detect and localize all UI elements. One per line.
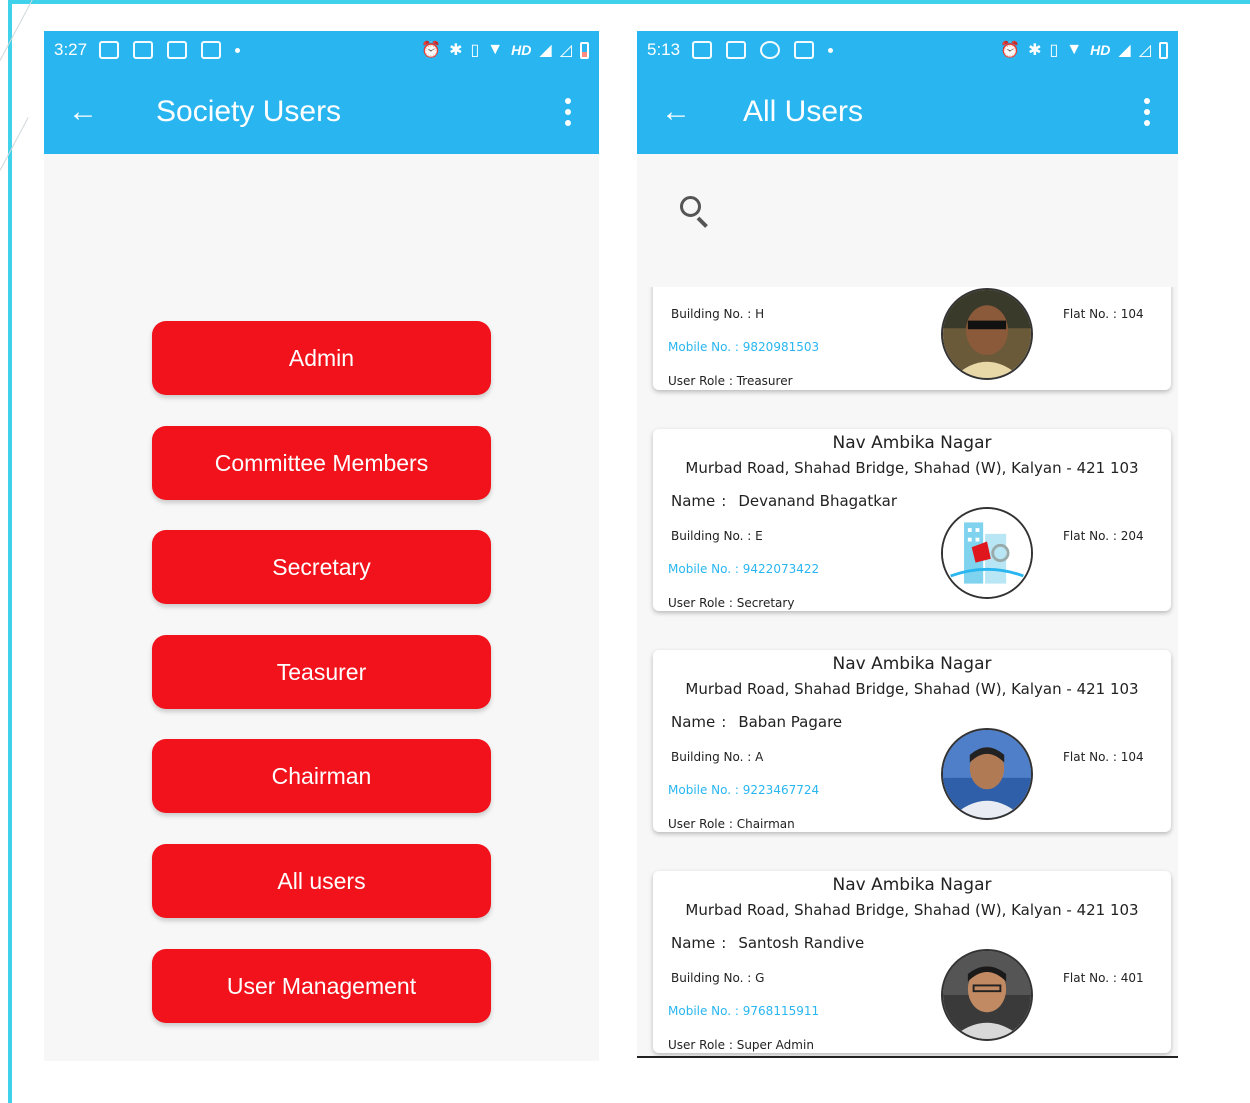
app-bar: ← Society Users	[44, 69, 599, 154]
user-role: User Role : Secretary	[668, 596, 795, 610]
all-users-screen: 5:13 ⏰ ✱ ▯ ▼ HD ◢ ◿ ← All Users Building…	[637, 31, 1178, 1058]
status-time: 3:27	[54, 40, 88, 59]
signal-icon: ◢	[539, 42, 552, 59]
flat-number: Flat No. : 401	[1063, 971, 1144, 985]
battery-icon	[1159, 41, 1168, 59]
building-number: Building No. : E	[671, 529, 763, 543]
flat-number: Flat No. : 104	[1063, 750, 1144, 764]
society-name: Nav Ambika Nagar	[832, 875, 992, 895]
society-users-screen: 3:27 ⏰ ✱ ▯ ▼ HD ◢ ◿ ← Society Users Admi…	[44, 31, 599, 1061]
wallet-notification-icon	[201, 41, 222, 59]
building-number: Building No. : A	[671, 750, 764, 764]
secretary-button[interactable]: Secretary	[152, 530, 491, 604]
committee-members-button[interactable]: Committee Members	[152, 426, 491, 500]
user-card[interactable]: Nav Ambika Nagar Murbad Road, Shahad Bri…	[653, 429, 1171, 611]
more-notifications-icon	[828, 47, 834, 53]
mobile-number[interactable]: Mobile No. : 9223467724	[668, 783, 819, 797]
user-name: Name: Santosh Randive	[671, 934, 865, 952]
avatar	[941, 288, 1033, 380]
status-time: 5:13	[647, 40, 681, 59]
user-management-button[interactable]: User Management	[152, 949, 491, 1023]
status-right: ⏰ ✱ ▯ ▼ HD ◢ ◿	[1000, 40, 1168, 60]
app-notification-icon	[99, 41, 120, 59]
avatar	[941, 949, 1033, 1041]
message-notification-icon	[133, 41, 154, 59]
all-users-button[interactable]: All users	[152, 844, 491, 918]
avatar	[941, 728, 1033, 820]
treasurer-button[interactable]: Teasurer	[152, 635, 491, 709]
search-icon[interactable]	[680, 196, 712, 228]
building-logo-avatar	[941, 507, 1033, 599]
bluetooth-icon: ✱	[1028, 42, 1042, 59]
user-name: Name: Baban Pagare	[671, 713, 843, 731]
signal-icon: ◢	[1118, 42, 1131, 59]
frame-top-border	[10, 0, 1250, 4]
youtube-notification-icon	[794, 41, 815, 59]
bluetooth-icon: ✱	[449, 42, 463, 59]
society-address: Murbad Road, Shahad Bridge, Shahad (W), …	[685, 901, 1139, 919]
wifi-icon: ▼	[487, 41, 504, 58]
signal-2-icon: ◿	[1138, 42, 1151, 59]
user-card[interactable]: Building No. : H Mobile No. : 9820981503…	[653, 287, 1171, 390]
hd-indicator: HD	[511, 42, 532, 58]
user-role: User Role : Super Admin	[668, 1038, 814, 1052]
battery-icon	[580, 41, 589, 59]
back-arrow-icon[interactable]: ←	[68, 96, 128, 127]
status-right: ⏰ ✱ ▯ ▼ HD ◢ ◿	[421, 40, 589, 60]
mobile-number[interactable]: Mobile No. : 9768115911	[668, 1004, 819, 1018]
overflow-menu-icon[interactable]	[1144, 97, 1150, 126]
building-number: Building No. : H	[671, 307, 765, 321]
society-address: Murbad Road, Shahad Bridge, Shahad (W), …	[685, 680, 1139, 698]
user-role: User Role : Chairman	[668, 817, 795, 831]
society-name: Nav Ambika Nagar	[832, 654, 992, 674]
status-bar: 5:13 ⏰ ✱ ▯ ▼ HD ◢ ◿	[637, 31, 1178, 69]
signal-2-icon: ◿	[559, 42, 572, 59]
building-number: Building No. : G	[671, 971, 765, 985]
page-title: All Users	[743, 94, 864, 128]
flat-number: Flat No. : 204	[1063, 529, 1144, 543]
mobile-number[interactable]: Mobile No. : 9422073422	[668, 562, 819, 576]
alarm-icon: ⏰	[421, 42, 442, 59]
frame-left-border	[8, 0, 12, 1103]
app-notification-icon	[692, 41, 713, 59]
overflow-menu-icon[interactable]	[565, 97, 571, 126]
app-bar: ← All Users	[637, 69, 1178, 154]
more-notifications-icon	[235, 47, 241, 53]
admin-button[interactable]: Admin	[152, 321, 491, 395]
user-card[interactable]: Nav Ambika Nagar Murbad Road, Shahad Bri…	[653, 650, 1171, 832]
hd-indicator: HD	[1090, 42, 1111, 58]
user-card[interactable]: Nav Ambika Nagar Murbad Road, Shahad Bri…	[653, 871, 1171, 1053]
calendar-notification-icon	[167, 41, 188, 59]
user-list[interactable]: Building No. : H Mobile No. : 9820981503…	[637, 287, 1178, 1056]
vibrate-icon: ▯	[1049, 42, 1059, 59]
vibrate-icon: ▯	[470, 42, 480, 59]
decorative-line	[0, 0, 34, 61]
chairman-button[interactable]: Chairman	[152, 739, 491, 813]
page-title: Society Users	[156, 94, 342, 128]
wifi-icon: ▼	[1066, 41, 1083, 58]
back-arrow-icon[interactable]: ←	[661, 96, 721, 127]
society-name: Nav Ambika Nagar	[832, 433, 992, 453]
status-bar: 3:27 ⏰ ✱ ▯ ▼ HD ◢ ◿	[44, 31, 599, 69]
flat-number: Flat No. : 104	[1063, 307, 1144, 321]
mobile-number[interactable]: Mobile No. : 9820981503	[668, 340, 819, 354]
decorative-line	[0, 117, 29, 171]
alarm-icon: ⏰	[1000, 42, 1021, 59]
user-role: User Role : Treasurer	[668, 374, 793, 388]
society-address: Murbad Road, Shahad Bridge, Shahad (W), …	[685, 459, 1139, 477]
whatsapp-notification-icon	[760, 41, 781, 59]
user-name: Name: Devanand Bhagatkar	[671, 492, 898, 510]
message-notification-icon	[726, 41, 747, 59]
